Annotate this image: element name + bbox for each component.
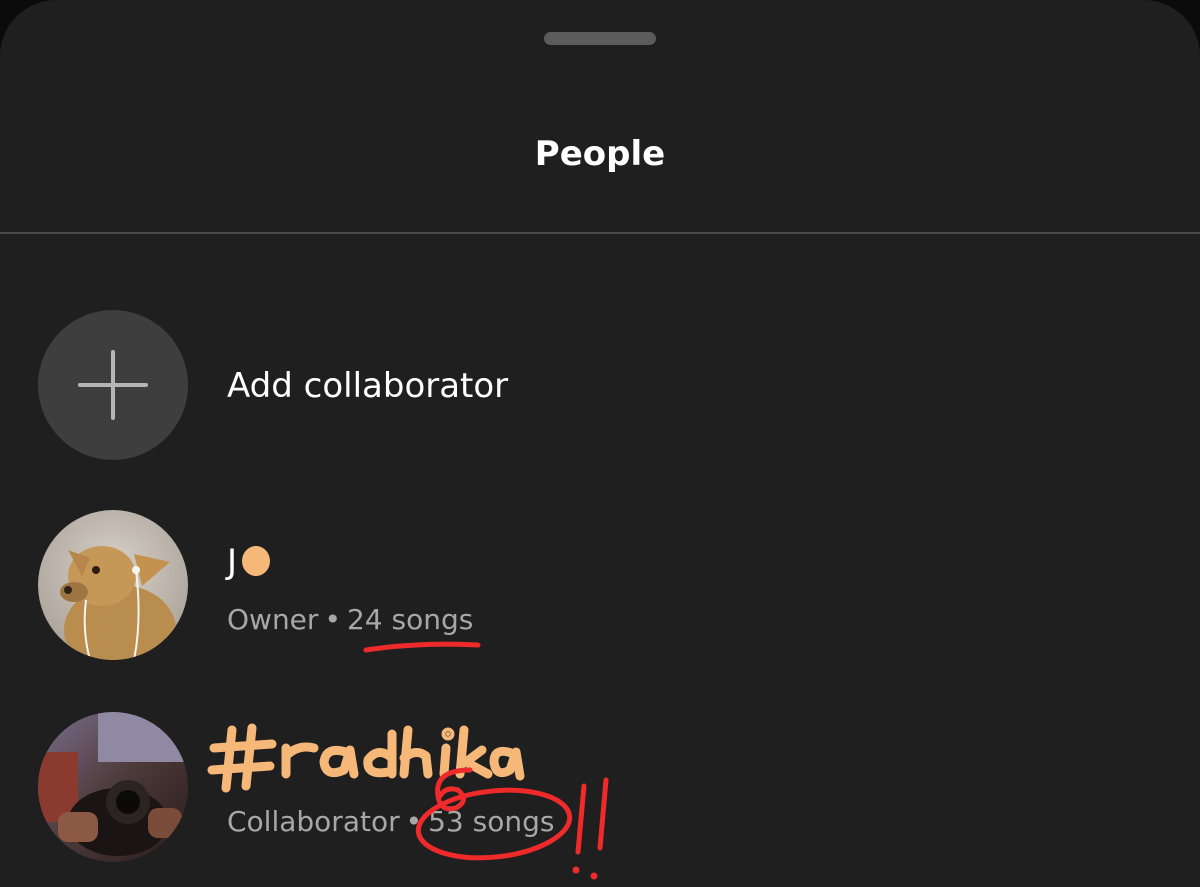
add-collaborator-row[interactable]: Add collaborator	[0, 310, 1200, 462]
redaction-scribble-icon	[242, 546, 271, 576]
song-count: 24 songs	[346, 603, 474, 636]
person-meta: Owner • 24 songs	[227, 600, 473, 640]
separator: •	[324, 603, 341, 636]
drag-handle[interactable]	[544, 32, 656, 45]
person-name: J	[227, 540, 273, 584]
person-meta: Collaborator • 53 songs	[227, 802, 554, 842]
avatar[interactable]	[38, 712, 188, 862]
person-row-owner[interactable]: J Owner • 24 songs	[0, 510, 1200, 662]
header-divider	[0, 232, 1200, 234]
dog-photo-icon	[38, 510, 188, 660]
role-label: Collaborator	[227, 805, 400, 838]
song-count: 53 songs	[428, 805, 555, 838]
people-bottom-sheet: People Add collaborator J Owner • 24 son…	[0, 0, 1200, 887]
role-label: Owner	[227, 603, 319, 636]
sheet-title: People	[534, 134, 666, 174]
add-collaborator-button[interactable]	[38, 310, 188, 460]
separator: •	[405, 805, 423, 838]
add-collaborator-label: Add collaborator	[227, 366, 509, 406]
person-row-collaborator[interactable]: Collaborator • 53 songs	[0, 712, 1200, 864]
camera-photo-icon	[38, 712, 188, 862]
avatar[interactable]	[38, 510, 188, 660]
